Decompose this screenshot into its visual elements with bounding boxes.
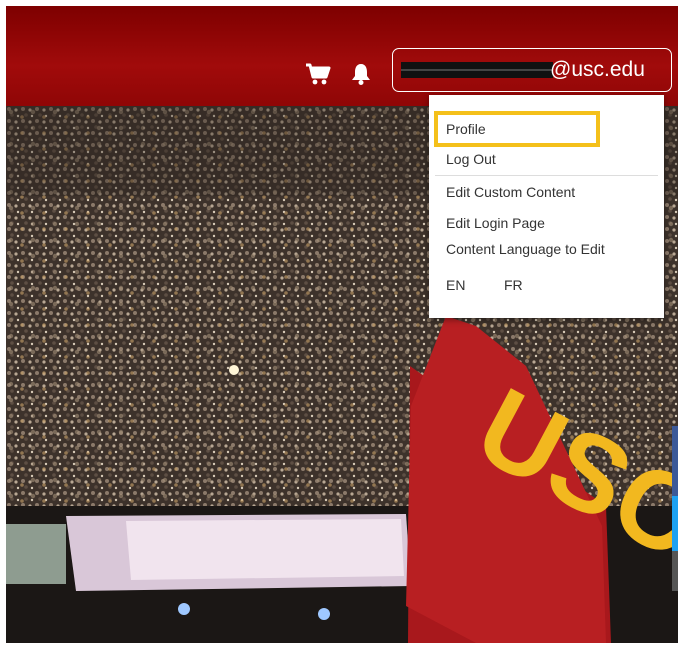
cart-icon[interactable] (304, 60, 332, 88)
app-frame: @usc.edu USC Profile Log Out Edit Custom… (6, 6, 678, 643)
menu-item-log-out[interactable]: Log Out (446, 150, 496, 168)
menu-item-edit-login-page[interactable]: Edit Login Page (446, 214, 545, 232)
language-option-fr[interactable]: FR (504, 276, 523, 294)
menu-item-content-language: Content Language to Edit (446, 241, 605, 257)
user-email: @usc.edu (550, 58, 645, 81)
bell-icon[interactable] (348, 61, 374, 87)
language-option-en[interactable]: EN (446, 276, 465, 294)
profile-highlight-box (434, 111, 600, 147)
top-header: @usc.edu (6, 6, 678, 106)
menu-divider (435, 175, 658, 176)
user-dropdown-menu: Profile Log Out Edit Custom Content Edit… (429, 95, 664, 318)
menu-item-edit-custom-content[interactable]: Edit Custom Content (446, 183, 575, 201)
user-account-button[interactable]: @usc.edu (392, 48, 672, 92)
redacted-username (401, 62, 553, 78)
